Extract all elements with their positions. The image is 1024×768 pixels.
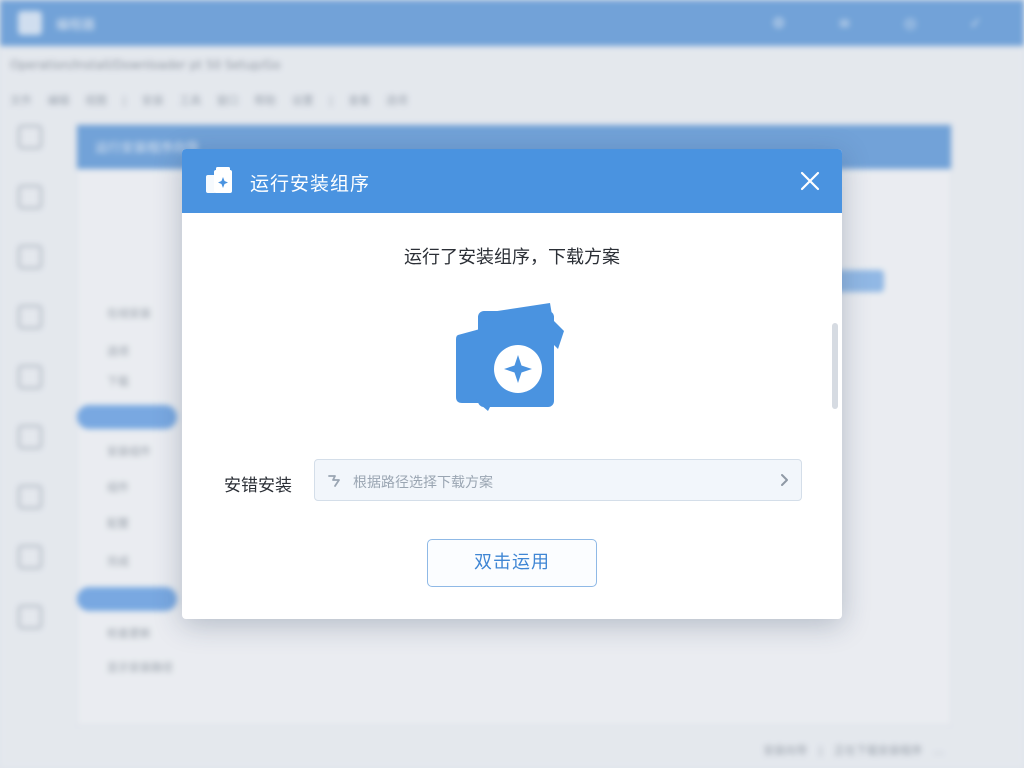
run-button[interactable]: 双击运用 xyxy=(427,539,597,587)
dialog-message: 运行了安装组序，下载方案 xyxy=(404,247,620,268)
dialog-title: 运行安装组序 xyxy=(250,173,371,195)
chevron-right-icon xyxy=(781,474,788,486)
install-path-placeholder: 根据路径选择下载方案 xyxy=(353,475,493,491)
installer-package-icon xyxy=(456,303,564,411)
install-path-selector[interactable]: 根据路径选择下载方案 xyxy=(314,459,802,501)
installer-icon xyxy=(206,167,232,193)
dialog-scrollbar[interactable] xyxy=(830,213,840,619)
dialog-header: 运行安装组序 xyxy=(182,149,842,213)
close-button[interactable] xyxy=(796,167,824,195)
path-icon xyxy=(328,475,340,487)
install-path-label: 安错安装 xyxy=(224,476,292,496)
installer-dialog: 运行安装组序 运行了安装组序，下载方案 安错安装 根据路径选择下载方案 双击运用 xyxy=(182,149,842,619)
close-icon xyxy=(800,171,820,191)
dialog-scrollbar-thumb[interactable] xyxy=(832,323,838,409)
